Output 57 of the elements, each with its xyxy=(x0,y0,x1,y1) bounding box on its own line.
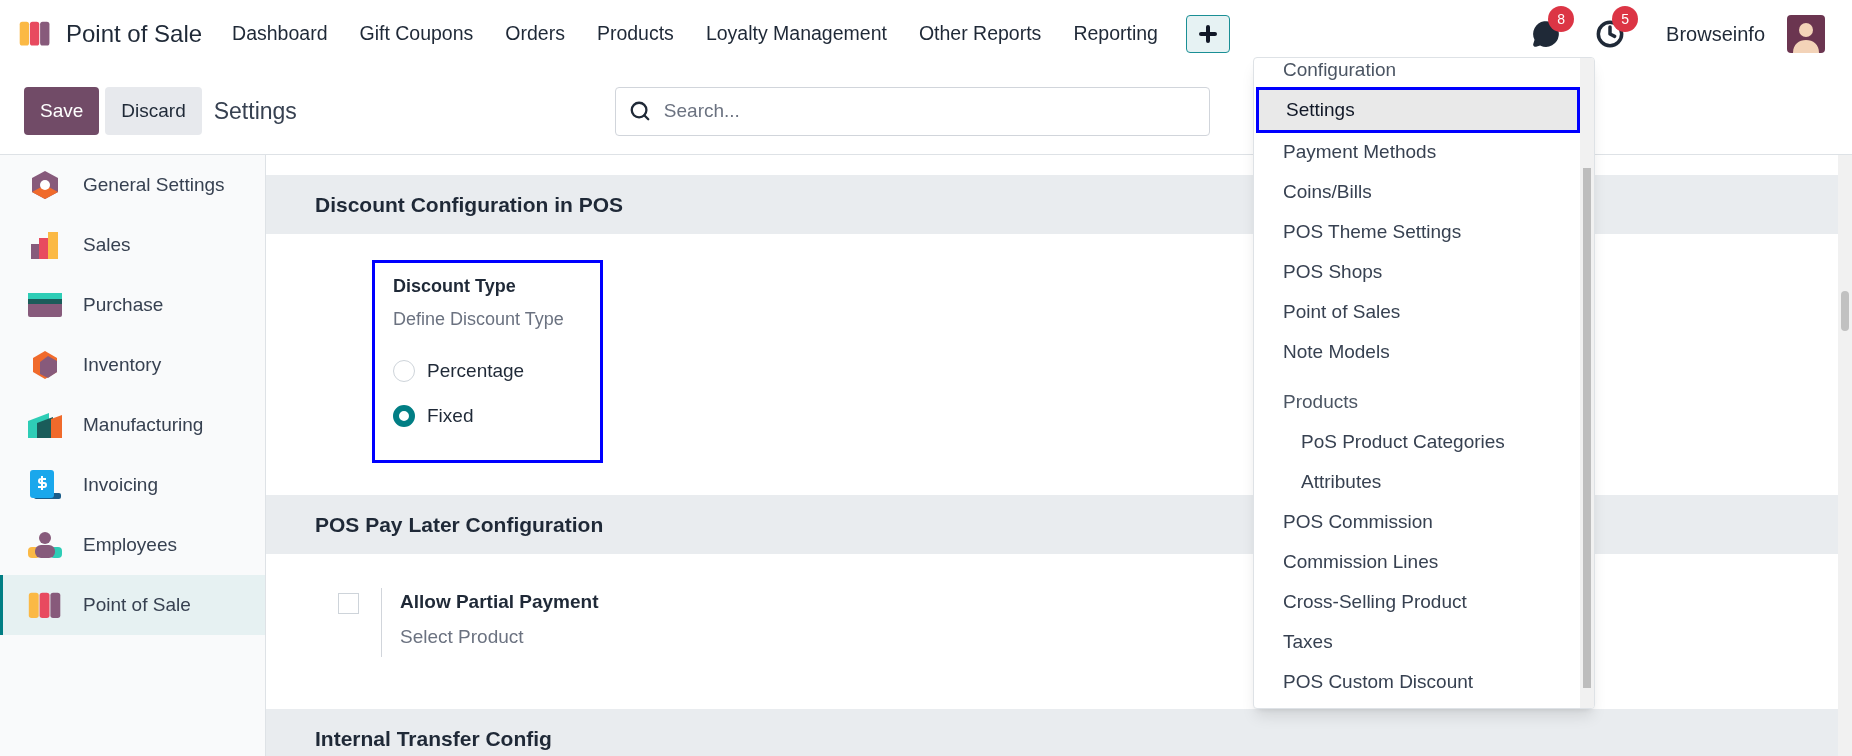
discard-button[interactable]: Discard xyxy=(105,87,202,135)
nav-menu[interactable]: Loyalty Management xyxy=(689,19,903,49)
menu-item[interactable]: Cross-Selling Product xyxy=(1256,582,1580,622)
menu-item[interactable]: POS Shops xyxy=(1256,252,1580,292)
app-icon xyxy=(27,590,63,620)
setting-description: Define Discount Type xyxy=(393,308,565,331)
sidebar-item[interactable]: Inventory xyxy=(0,335,265,395)
nav-menu[interactable]: Dashboard xyxy=(216,19,344,49)
app-icon xyxy=(27,411,63,439)
sidebar-item[interactable]: Invoicing xyxy=(0,455,265,515)
breadcrumb: Settings xyxy=(213,96,297,126)
menu-item[interactable]: Payment Methods xyxy=(1256,132,1580,172)
menu-item[interactable]: PoS Product Categories xyxy=(1256,422,1580,462)
menu-item[interactable]: Taxes xyxy=(1256,622,1580,662)
menu-item[interactable]: Point of Sales xyxy=(1256,292,1580,332)
add-button[interactable] xyxy=(1185,15,1230,53)
sidebar-item[interactable]: Manufacturing xyxy=(0,395,265,455)
setting-title: Discount Type xyxy=(393,275,517,298)
menu-item[interactable]: Note Models xyxy=(1256,332,1580,372)
setting-description: Select Product xyxy=(400,624,525,649)
app-logo xyxy=(18,20,52,48)
menu-item[interactable]: Settings xyxy=(1256,87,1580,133)
nav-menu[interactable]: Orders xyxy=(489,19,581,49)
radio-label[interactable]: Percentage xyxy=(427,357,525,386)
sidebar-item[interactable]: Point of Sale xyxy=(0,575,265,635)
radio-button[interactable] xyxy=(393,404,415,427)
app-icon xyxy=(30,170,60,200)
menu-item[interactable]: POS Custom Discount xyxy=(1256,662,1580,702)
radio-label[interactable]: Fixed xyxy=(427,401,474,430)
app-icon xyxy=(27,292,63,318)
notification-badge: 8 xyxy=(1548,6,1575,32)
sidebar-item[interactable]: General Settings xyxy=(0,155,265,215)
user-avatar[interactable] xyxy=(1787,15,1825,53)
save-button[interactable]: Save xyxy=(24,87,100,135)
app-name[interactable]: Point of Sale xyxy=(66,16,203,52)
menu-heading: Configuration xyxy=(1282,58,1398,82)
app-icon xyxy=(30,350,60,380)
sidebar-item[interactable]: Sales xyxy=(0,215,265,275)
checkbox[interactable] xyxy=(338,593,359,614)
app-icon xyxy=(28,469,62,501)
search-field[interactable]: Search... xyxy=(614,86,1210,136)
nav-menu[interactable]: Other Reports xyxy=(902,19,1058,49)
setting-title: Allow Partial Payment xyxy=(400,590,599,614)
notification-badge: 5 xyxy=(1612,6,1639,32)
app-icon xyxy=(27,531,63,559)
sidebar-item[interactable]: Purchase xyxy=(0,275,265,335)
nav-menu[interactable]: Products xyxy=(580,19,690,49)
search-icon xyxy=(628,99,651,122)
nav-menu[interactable]: Reporting xyxy=(1057,19,1174,49)
menu-item[interactable]: Coins/Bills xyxy=(1256,172,1580,212)
app-icon xyxy=(29,230,61,260)
section-header: Internal Transfer Config xyxy=(266,709,1838,756)
sidebar-item[interactable]: Employees xyxy=(0,515,265,575)
menu-heading: Products xyxy=(1282,390,1359,414)
menu-item[interactable]: POS Commission xyxy=(1256,502,1580,542)
user-name[interactable]: Browseinfo xyxy=(1666,19,1765,49)
nav-menu[interactable]: Gift Coupons xyxy=(343,19,490,49)
